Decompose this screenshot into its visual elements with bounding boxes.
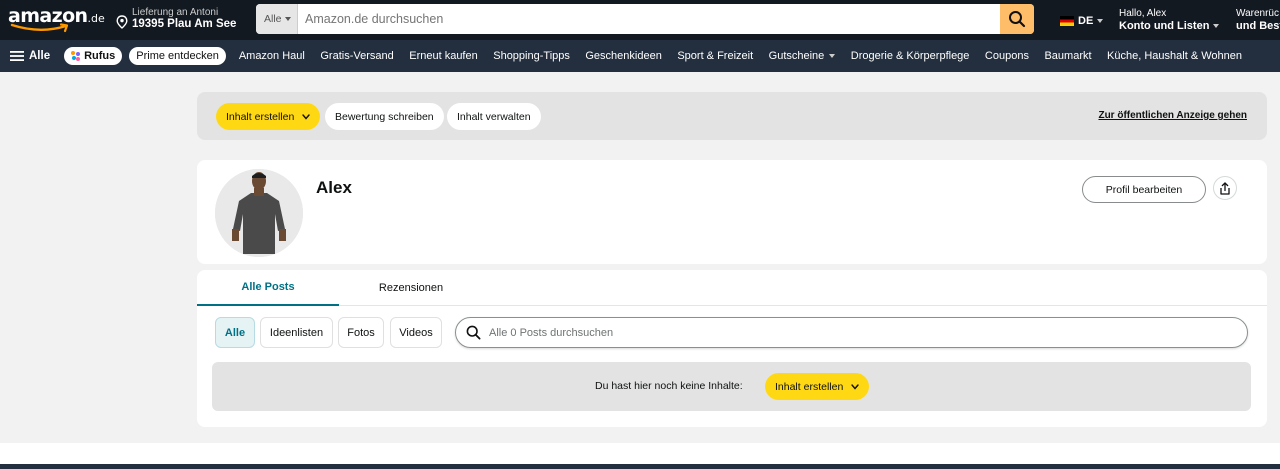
filter-photos[interactable]: Fotos [338, 317, 384, 348]
nav-link[interactable]: Amazon Haul [239, 50, 305, 62]
main-search: Alle [256, 4, 1034, 34]
caret-down-icon [829, 54, 836, 58]
footer-area [0, 443, 1280, 464]
nav-link[interactable]: Geschenkideen [585, 50, 661, 62]
orders-label: und Best [1236, 20, 1280, 32]
posts-search-input[interactable] [489, 326, 1229, 339]
logo-tld: .de [87, 12, 105, 25]
caret-down-icon [284, 17, 291, 22]
caret-down-icon [1097, 19, 1104, 23]
hamburger-menu-icon [10, 51, 24, 61]
nav-link[interactable]: Gratis-Versand [320, 50, 393, 62]
search-button[interactable] [1000, 4, 1034, 34]
footer-divider [0, 464, 1280, 469]
prime-label: Prime entdecken [136, 50, 219, 62]
create-content-label: Inhalt erstellen [226, 110, 295, 123]
empty-state-text: Du hast hier noch keine Inhalte: [595, 380, 743, 392]
nav-link[interactable]: Shopping-Tipps [493, 50, 570, 62]
location-pin-icon [116, 15, 128, 29]
nav-link[interactable]: Küche, Haushalt & Wohnen [1107, 50, 1242, 62]
account-greeting: Hallo, Alex [1119, 8, 1167, 19]
search-input[interactable] [298, 4, 998, 34]
public-view-link[interactable]: Zur öffentlichen Anzeige gehen [1098, 110, 1247, 121]
nav-link-vouchers[interactable]: Gutscheine [769, 50, 836, 62]
returns-label: Warenrüc [1236, 8, 1279, 19]
nav-link[interactable]: Sport & Freizeit [677, 50, 753, 62]
nav-link[interactable]: Baumarkt [1044, 50, 1091, 62]
delivery-location[interactable]: Lieferung an Antoni 19395 Plau Am See [116, 7, 244, 33]
all-menu-button[interactable]: Alle [10, 50, 50, 62]
write-review-button[interactable]: Bewertung schreiben [325, 103, 444, 130]
language-selector[interactable]: DE [1060, 15, 1104, 27]
filter-all[interactable]: Alle [215, 317, 255, 348]
delivery-address: 19395 Plau Am See [132, 18, 237, 30]
account-menu[interactable]: Hallo, Alex Konto und Listen [1119, 8, 1220, 32]
search-category-label: Alle [264, 13, 282, 25]
edit-profile-label: Profil bearbeiten [1105, 183, 1183, 196]
rufus-icon [71, 51, 81, 61]
nav-link-label: Gutscheine [768, 50, 825, 62]
avatar[interactable] [215, 169, 303, 257]
language-label: DE [1078, 15, 1094, 27]
filter-videos[interactable]: Videos [390, 317, 442, 348]
rufus-label: Rufus [84, 50, 116, 62]
tab-all-posts[interactable]: Alle Posts [197, 270, 339, 306]
empty-state: Du hast hier noch keine Inhalte: Inhalt … [212, 362, 1251, 411]
smile-arrow-icon [10, 23, 69, 33]
nav-link[interactable]: Coupons [985, 50, 1029, 62]
profile-photo [215, 169, 303, 257]
top-navigation: amazon.de Lieferung an Antoni 19395 Plau… [0, 0, 1280, 40]
prime-button[interactable]: Prime entdecken [129, 47, 226, 65]
caret-down-icon [1213, 24, 1220, 29]
returns-orders[interactable]: Warenrüc und Best [1236, 8, 1280, 32]
posts-tabs: Alle Posts Rezensionen [197, 270, 1267, 306]
delivery-label: Lieferung an Antoni [132, 7, 219, 18]
share-button[interactable] [1213, 176, 1237, 200]
share-icon [1220, 181, 1230, 195]
create-content-button[interactable]: Inhalt erstellen [216, 103, 321, 130]
manage-content-label: Inhalt verwalten [457, 110, 531, 123]
nav-link[interactable]: Drogerie & Körperpflege [851, 50, 970, 62]
search-category-dropdown[interactable]: Alle [256, 4, 298, 34]
profile-card: Alex Profil bearbeiten [197, 160, 1267, 264]
content-action-bar: Inhalt erstellen Bewertung schreiben Inh… [197, 92, 1267, 140]
amazon-logo[interactable]: amazon.de [8, 6, 105, 36]
chevron-down-icon [302, 113, 310, 120]
account-label: Konto und Listen [1119, 20, 1210, 32]
posts-card: Alle Posts Rezensionen Alle Ideenlisten … [197, 270, 1267, 427]
edit-profile-button[interactable]: Profil bearbeiten [1082, 176, 1206, 203]
manage-content-button[interactable]: Inhalt verwalten [447, 103, 541, 130]
filter-idea-lists[interactable]: Ideenlisten [260, 317, 333, 348]
posts-search [455, 317, 1248, 348]
all-menu-label: Alle [29, 50, 51, 62]
search-icon [1009, 11, 1026, 28]
sub-navigation: Alle Rufus Prime entdecken Amazon Haul G… [0, 40, 1280, 72]
write-review-label: Bewertung schreiben [335, 110, 434, 123]
german-flag-icon [1060, 16, 1074, 26]
tab-reviews[interactable]: Rezensionen [353, 270, 469, 306]
nav-link[interactable]: Erneut kaufen [409, 50, 478, 62]
profile-name: Alex [316, 178, 352, 197]
rufus-button[interactable]: Rufus [64, 47, 123, 65]
search-icon [466, 325, 481, 340]
chevron-down-icon [851, 383, 859, 390]
empty-create-content-button[interactable]: Inhalt erstellen [765, 373, 870, 400]
empty-create-content-label: Inhalt erstellen [775, 380, 844, 393]
